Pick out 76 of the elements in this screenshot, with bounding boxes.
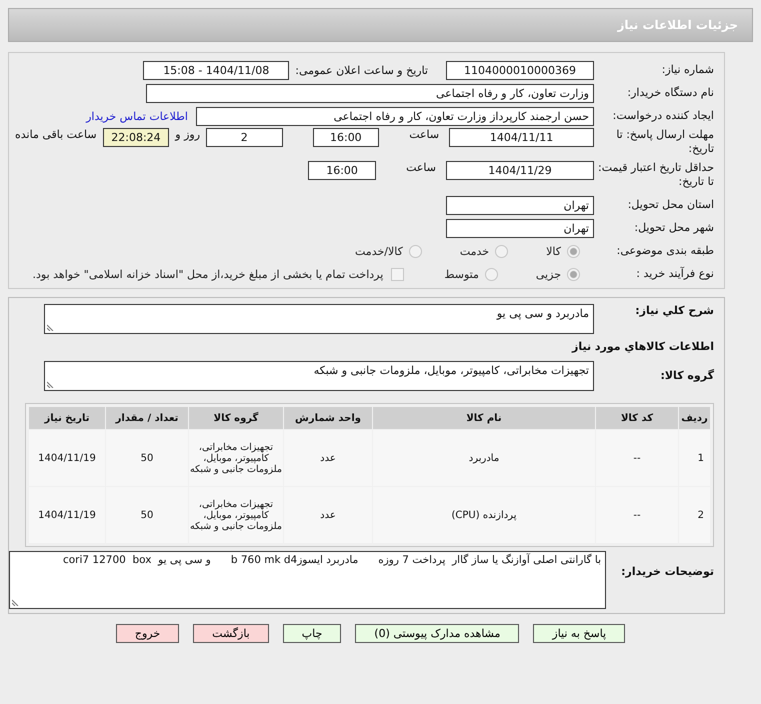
section-title: اطلاعات كالاهاي مورد نياز [570,340,714,353]
field-label: ساعت [409,128,440,141]
text-field[interactable]: حسن ارجمند کارپرداز وزارت تعاون، کار و رفاه اجتماعی [196,106,594,126]
column-header: تعداد / مقدار [106,407,188,429]
option-label: متوسط [444,268,479,280]
column-header: گروه کالا [189,407,283,429]
column-header: ردیف [679,407,710,429]
table-cell: -- [596,487,678,543]
radio-button[interactable] [484,268,498,280]
text-field[interactable]: وزارت تعاون، کار و رفاه اجتماعی [146,84,594,102]
radio-button[interactable] [567,268,580,280]
checkbox[interactable] [391,268,404,280]
text-field[interactable]: 1404/11/11 [449,128,594,147]
resize-grip-icon[interactable] [12,599,19,606]
field-label: ساعت [406,161,436,174]
column-header: کد کالا [596,407,678,429]
table-cell: 1 [679,430,710,486]
radio-button[interactable] [408,244,422,258]
text-field[interactable]: 1404/11/08 - 15:08 [143,60,290,80]
button[interactable]: چاپ [282,624,342,643]
field-label: ساعت باقی مانده [15,128,97,141]
table-cell: 50 [106,487,188,543]
page-title: جزئیات اطلاعات نیاز [617,18,738,32]
field-label: طبقه بندی موضوعی: [616,244,714,258]
text-field[interactable]: 1104000010000369 [446,60,594,80]
resize-grip-icon[interactable] [47,381,54,388]
table-cell: مادربرد [373,430,595,486]
option-label: کالا [546,244,561,258]
table-cell: تجهیزات مخابراتی، کامپیوتر، موبایل، ملزومات جانبی و شبکه [189,430,283,486]
table-cell: 1404/11/19 [29,430,105,486]
text-field[interactable]: تهران [446,196,594,214]
table-cell: 2 [679,487,710,543]
table-cell: تجهیزات مخابراتی، کامپیوتر، موبایل، ملزومات جانبی و شبکه [189,487,283,543]
field-label: تاریخ و ساعت اعلان عمومی: [295,64,428,76]
column-header: واحد شمارش [284,407,372,429]
field-label: ایجاد کننده درخواست: [612,109,714,123]
text-area[interactable]: با گارانتی اصلی آوازنگ یا ساز گاار پرداخت 7 روزه مادربرد ایسوزb 760 mk d4 و سی پی یو cori7 12700 box [9,551,606,609]
field-label: شرح کلي نياز: [634,304,714,318]
table-cell: 50 [106,430,188,486]
resize-grip-icon[interactable] [47,324,54,331]
field-label: شهر محل تحویل: [633,221,714,235]
button[interactable]: بازگشت [193,624,269,643]
column-header: نام کالا [373,407,595,429]
table-cell: پردازنده (CPU) [373,487,595,543]
field-label: استان محل تحویل: [626,198,714,212]
field-label: حداقل تاریخ اعتبار قیمت: تا تاریخ: [597,161,714,189]
field-label: مهلت ارسال پاسخ: تا تاریخ: [615,128,714,156]
field-label: شماره نیاز: [660,63,714,77]
field-label: روز و [175,128,200,141]
table-cell: عدد [284,487,372,543]
text-field[interactable]: 22:08:24 [102,128,170,147]
text-field[interactable]: 2 [206,128,282,147]
button[interactable]: مشاهده مدارک پیوستی (0) [355,624,520,643]
contact-link[interactable]: اطلاعات تماس خریدار [86,110,188,122]
column-header: تاریخ نیاز [29,407,105,429]
table-cell: -- [596,430,678,486]
text-field[interactable]: 16:00 [312,128,380,147]
option-label: کالا/خدمت [355,244,403,258]
table-cell: 1404/11/19 [29,487,105,543]
field-label: توضیحات خریدار: [620,564,714,579]
text-field[interactable]: 16:00 [308,161,376,180]
field-label: نوع فرآیند خرید : [635,267,714,281]
field-label: نام دستگاه خریدار: [626,86,714,100]
radio-button[interactable] [567,244,580,258]
text-area[interactable]: مادربرد و سی پی یو [44,304,594,334]
table-cell: عدد [284,430,372,486]
text-field[interactable]: 1404/11/29 [446,161,594,180]
button[interactable]: پاسخ به نیاز [533,624,626,643]
text-field[interactable]: تهران [446,218,594,238]
text-area[interactable]: تجهیزات مخابراتی، کامپیوتر، موبایل، ملزومات جانبی و شبکه [44,361,594,391]
button[interactable]: خروج [116,624,180,643]
option-label: جزیی [536,268,561,280]
field-label: گروه کالا: [659,368,714,383]
radio-button[interactable] [495,244,508,258]
option-label: خدمت [460,244,490,258]
checkbox-label: پرداخت تمام یا بخشی از مبلغ خرید،از محل "اسناد خزانه اسلامی" خواهد بود. [32,268,384,280]
